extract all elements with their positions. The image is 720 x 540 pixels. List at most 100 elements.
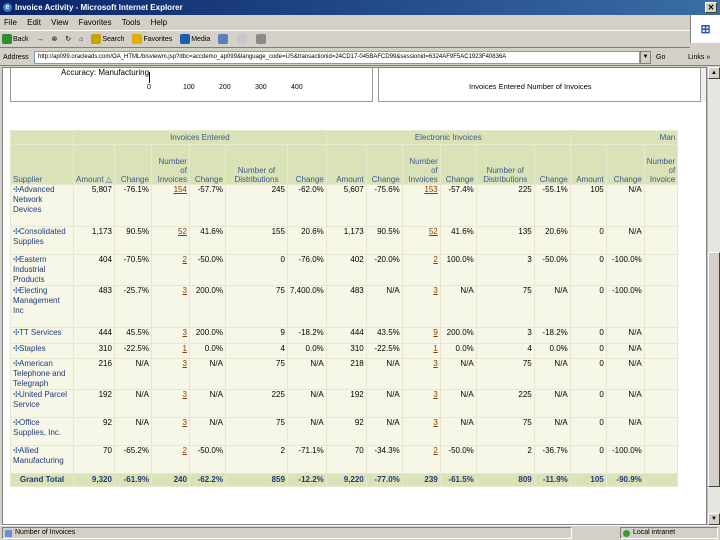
- col-m-amount[interactable]: Amount: [569, 144, 607, 185]
- cell-el-inv-change: N/A: [439, 285, 477, 328]
- cell-ie-invoices[interactable]: 2: [150, 254, 190, 286]
- invoices-link[interactable]: 154: [174, 186, 187, 195]
- col-ie-amount-sorted[interactable]: Amount △: [73, 144, 115, 185]
- supplier-cell[interactable]: ✣United Parcel Service: [10, 389, 74, 418]
- supplier-cell[interactable]: ✣Consolidated Supplies: [10, 226, 74, 255]
- menu-file[interactable]: File: [0, 15, 21, 30]
- supplier-cell[interactable]: ✣American Telephone and Telegraph: [10, 358, 74, 390]
- menu-help[interactable]: Help: [147, 15, 171, 30]
- media-label: Media: [191, 36, 211, 43]
- cell-ie-invoices[interactable]: 3: [150, 358, 190, 390]
- supplier-cell[interactable]: ✣Eastern Industrial Products: [10, 254, 74, 286]
- cell-ie-invoices[interactable]: 1: [150, 343, 190, 359]
- cell-ie-amount: 310: [73, 343, 115, 359]
- cell-el-invoices[interactable]: 52: [401, 226, 441, 255]
- col-el-amount[interactable]: Amount: [325, 144, 367, 185]
- invoices-link[interactable]: 52: [429, 228, 438, 237]
- cell-el-amount: 70: [325, 445, 367, 474]
- cell-ie-invoices[interactable]: 2: [150, 445, 190, 474]
- col-ie-invoices[interactable]: Number of Invoices: [150, 144, 190, 185]
- menu-view[interactable]: View: [47, 15, 72, 30]
- cell-el-invoices[interactable]: 1: [401, 343, 441, 359]
- menu-tools[interactable]: Tools: [118, 15, 145, 30]
- favorites-button[interactable]: Favorites: [130, 31, 174, 47]
- vertical-scrollbar[interactable]: ▲ ▼: [707, 67, 720, 525]
- invoices-link[interactable]: 3: [433, 419, 437, 428]
- page-icon: [5, 530, 12, 537]
- col-el-distributions[interactable]: Number of Distributions: [475, 144, 535, 185]
- scroll-up-icon[interactable]: ▲: [708, 67, 720, 79]
- scroll-thumb[interactable]: [708, 252, 720, 487]
- supplier-cell[interactable]: ✣Allied Manufacturing: [10, 445, 74, 474]
- invoices-link[interactable]: 3: [433, 360, 437, 369]
- cell-el-invoices[interactable]: 2: [401, 445, 441, 474]
- invoices-link[interactable]: 3: [433, 391, 437, 400]
- invoices-link[interactable]: 3: [183, 419, 187, 428]
- menu-edit[interactable]: Edit: [23, 15, 45, 30]
- cell-ie-inv-change: N/A: [188, 389, 226, 418]
- cell-el-invoices[interactable]: 9: [401, 327, 441, 344]
- windows-logo-icon: ⊞: [690, 15, 720, 43]
- links-button[interactable]: Links »: [688, 49, 710, 66]
- media-icon: [180, 34, 191, 45]
- menu-favorites[interactable]: Favorites: [75, 15, 116, 30]
- address-dropdown-icon[interactable]: ▼: [640, 51, 651, 64]
- scroll-down-icon[interactable]: ▼: [708, 513, 720, 525]
- supplier-cell[interactable]: ✣Electing Management Inc: [10, 285, 74, 328]
- col-supplier[interactable]: Supplier: [10, 144, 74, 185]
- cell-el-invoices[interactable]: 153: [401, 184, 441, 227]
- stop-button[interactable]: ⊗: [49, 31, 59, 47]
- cell-ie-invoices[interactable]: 3: [150, 417, 190, 446]
- invoices-link[interactable]: 3: [183, 329, 187, 338]
- invoices-link[interactable]: 52: [178, 228, 187, 237]
- cell-ie-inv-change: N/A: [188, 417, 226, 446]
- col-el-invoices[interactable]: Number of Invoices: [401, 144, 441, 185]
- cell-ie-invoices[interactable]: 154: [150, 184, 190, 227]
- supplier-cell[interactable]: ✣Office Supplies, Inc.: [10, 417, 74, 446]
- address-input[interactable]: http://ap099.oracleads.com/OA_HTML/bisvi…: [34, 51, 640, 64]
- supplier-cell[interactable]: ✣Staples: [10, 343, 74, 359]
- print-button[interactable]: [254, 31, 269, 47]
- media-button[interactable]: Media: [178, 31, 212, 47]
- invoices-link[interactable]: 2: [183, 256, 187, 265]
- cell-el-invoices[interactable]: 2: [401, 254, 441, 286]
- close-button[interactable]: ✕: [705, 2, 717, 13]
- invoices-link[interactable]: 3: [433, 287, 437, 296]
- cell-el-invoices[interactable]: 3: [401, 285, 441, 328]
- home-button[interactable]: ⌂: [77, 31, 85, 47]
- cell-ie-invoices[interactable]: 3: [150, 327, 190, 344]
- back-button[interactable]: Back: [0, 31, 31, 47]
- invoices-link[interactable]: 3: [183, 391, 187, 400]
- cell-m-invoices: [643, 445, 679, 474]
- forward-button[interactable]: →: [35, 31, 46, 47]
- invoices-link[interactable]: 1: [433, 345, 437, 354]
- cell-ie-invoices[interactable]: 3: [150, 285, 190, 328]
- cell-ie-invoices[interactable]: 3: [150, 389, 190, 418]
- go-button[interactable]: Go: [656, 49, 665, 66]
- refresh-button[interactable]: ↻: [63, 31, 73, 47]
- invoices-link[interactable]: 1: [183, 345, 187, 354]
- supplier-cell[interactable]: ✣TT Services: [10, 327, 74, 344]
- total-ie-change: -61.9%: [113, 473, 152, 487]
- cell-el-dist-change: -55.1%: [533, 184, 571, 227]
- history-button[interactable]: [216, 31, 231, 47]
- cell-el-invoices[interactable]: 3: [401, 417, 441, 446]
- search-button[interactable]: Search: [89, 31, 126, 47]
- cell-el-invoices[interactable]: 3: [401, 389, 441, 418]
- col-m-invoices[interactable]: Number of Invoice: [643, 144, 679, 185]
- invoices-link[interactable]: 2: [183, 447, 187, 456]
- supplier-cell[interactable]: ✣Advanced Network Devices: [10, 184, 74, 227]
- cell-m-invoices: [643, 285, 679, 328]
- invoices-link[interactable]: 2: [433, 256, 437, 265]
- col-ie-distributions[interactable]: Number of Distributions: [224, 144, 288, 185]
- mail-button[interactable]: [235, 31, 250, 47]
- invoices-link[interactable]: 3: [183, 287, 187, 296]
- invoices-link[interactable]: 9: [433, 329, 437, 338]
- cell-el-invoices[interactable]: 3: [401, 358, 441, 390]
- invoices-link[interactable]: 3: [183, 360, 187, 369]
- total-el-invoices: 239: [401, 473, 441, 487]
- cell-ie-invoices[interactable]: 52: [150, 226, 190, 255]
- invoices-link[interactable]: 153: [424, 186, 437, 195]
- invoices-link[interactable]: 2: [433, 447, 437, 456]
- cell-el-dist-change: -36.7%: [533, 445, 571, 474]
